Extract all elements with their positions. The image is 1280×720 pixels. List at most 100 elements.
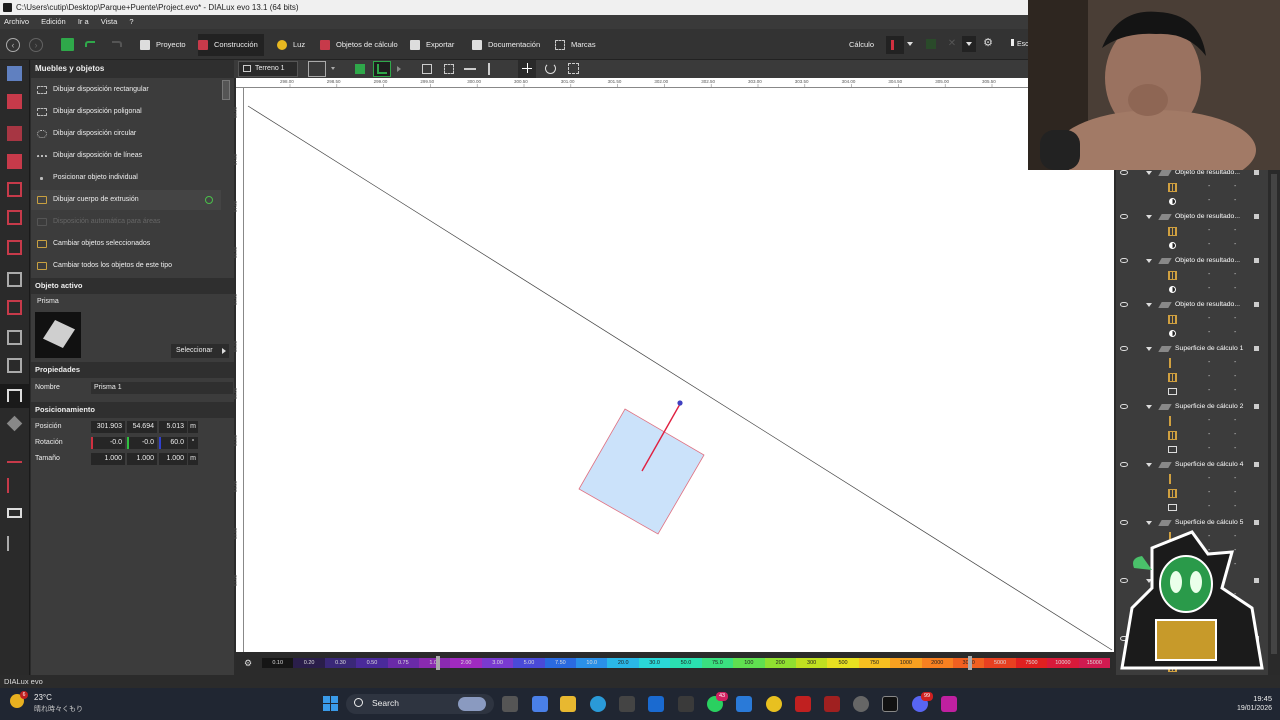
- redo-icon[interactable]: [112, 41, 122, 47]
- grid-dropdown-icon[interactable]: [331, 67, 335, 70]
- expand-icon[interactable]: [1146, 463, 1152, 467]
- forward-icon[interactable]: ›: [29, 38, 43, 52]
- settings-app-icon[interactable]: [853, 696, 869, 712]
- strip-material-icon[interactable]: [6, 415, 23, 432]
- item-change-selected[interactable]: Cambiar objetos seleccionados: [31, 234, 221, 254]
- dialux-taskbar-icon[interactable]: [882, 696, 898, 712]
- strip-roof-icon[interactable]: [7, 300, 22, 315]
- purple-app-icon[interactable]: [941, 696, 957, 712]
- strip-room-icon[interactable]: [7, 182, 22, 197]
- outlook-icon[interactable]: [648, 696, 664, 712]
- store-icon[interactable]: [619, 696, 635, 712]
- move-tool-button[interactable]: [518, 60, 536, 78]
- strip-project-icon[interactable]: [7, 66, 22, 81]
- taskbar-search[interactable]: Search: [346, 694, 494, 714]
- size-x-field[interactable]: 1.000: [91, 453, 125, 465]
- strip-building-icon[interactable]: [7, 126, 22, 141]
- position-z-field[interactable]: 5.013: [159, 421, 187, 433]
- esc-label[interactable]: Esc: [1011, 38, 1029, 52]
- calc-options-button[interactable]: [962, 36, 976, 52]
- tab-objetos-calculo[interactable]: Objetos de cálculo: [320, 38, 398, 52]
- eye-icon[interactable]: [1120, 462, 1128, 467]
- strip-wall-icon[interactable]: [7, 210, 22, 225]
- strip-view-icon[interactable]: [7, 508, 22, 518]
- rotate-icon[interactable]: [545, 63, 556, 74]
- rotation-y-field[interactable]: -0.0: [127, 437, 157, 449]
- item-single-object[interactable]: Posicionar objeto individual: [31, 168, 221, 188]
- name-field[interactable]: Prisma 1: [91, 382, 233, 394]
- red-app-2-icon[interactable]: [824, 696, 840, 712]
- copilot-icon[interactable]: [532, 696, 548, 712]
- tab-marcas[interactable]: Marcas: [555, 38, 596, 52]
- viewport-svg[interactable]: [244, 88, 1114, 652]
- calc-dropdown-icon[interactable]: [907, 42, 913, 46]
- zoom-selection-icon[interactable]: [444, 64, 454, 74]
- eye-icon[interactable]: [1120, 258, 1128, 263]
- item-change-all-type[interactable]: Cambiar todos los objetos de este tipo: [31, 256, 221, 276]
- expand-icon[interactable]: [1146, 521, 1152, 525]
- eye-icon[interactable]: [1120, 520, 1128, 525]
- view-tab-terreno[interactable]: Terreno 1: [238, 61, 298, 77]
- result-color-swatch[interactable]: [1254, 214, 1259, 219]
- tab-luz[interactable]: Luz: [277, 38, 305, 52]
- strip-site-icon[interactable]: [7, 94, 22, 109]
- menu-help[interactable]: ?: [129, 17, 133, 26]
- item-rectangular-layout[interactable]: Dibujar disposición rectangular: [31, 80, 221, 100]
- menu-archivo[interactable]: Archivo: [4, 17, 29, 26]
- save-icon[interactable]: [61, 38, 74, 51]
- rotation-z-field[interactable]: 60.0: [159, 437, 187, 449]
- size-y-field[interactable]: 1.000: [127, 453, 157, 465]
- item-extrusion-body[interactable]: Dibujar cuerpo de extrusión: [31, 190, 221, 210]
- item-line-layout[interactable]: Dibujar disposición de líneas: [31, 146, 221, 166]
- eye-icon[interactable]: [1120, 404, 1128, 409]
- result-group-row[interactable]: Objeto de resultado...: [1116, 210, 1268, 224]
- result-group-row[interactable]: Superficie de cálculo 1: [1116, 342, 1268, 356]
- menu-ir-a[interactable]: Ir a: [78, 17, 89, 26]
- viewport-canvas[interactable]: [244, 88, 1114, 652]
- panel-collapse-button[interactable]: [222, 80, 230, 100]
- position-y-field[interactable]: 54.694: [127, 421, 157, 433]
- strip-window-icon[interactable]: [7, 272, 22, 287]
- eye-icon[interactable]: [1120, 302, 1128, 307]
- tab-construccion[interactable]: Construcción: [198, 34, 264, 56]
- item-polygonal-layout[interactable]: Dibujar disposición poligonal: [31, 102, 221, 122]
- item-circular-layout[interactable]: Dibujar disposición circular: [31, 124, 221, 144]
- snap-toggle-active[interactable]: [373, 61, 391, 77]
- undo-icon[interactable]: [85, 41, 95, 47]
- scale-icon[interactable]: [568, 63, 579, 74]
- result-group-row[interactable]: Superficie de cálculo 2: [1116, 400, 1268, 414]
- tab-documentacion[interactable]: Documentación: [472, 38, 540, 52]
- gear-icon[interactable]: ⚙: [982, 37, 994, 49]
- result-group-row[interactable]: Objeto de resultado...: [1116, 254, 1268, 268]
- dimension-icon[interactable]: [488, 63, 490, 75]
- eye-icon[interactable]: [1120, 170, 1128, 175]
- expand-icon[interactable]: [1146, 303, 1152, 307]
- select-button[interactable]: Seleccionar: [171, 344, 229, 358]
- result-color-swatch[interactable]: [1254, 404, 1259, 409]
- expand-icon[interactable]: [1146, 215, 1152, 219]
- strip-ceiling-icon[interactable]: [7, 330, 22, 345]
- tab-exportar[interactable]: Exportar: [410, 38, 454, 52]
- file-explorer-icon[interactable]: [560, 696, 576, 712]
- red-app-icon[interactable]: [795, 696, 811, 712]
- scale-settings-icon[interactable]: ⚙: [244, 658, 254, 668]
- eye-icon[interactable]: [1120, 346, 1128, 351]
- strip-cut-icon[interactable]: [7, 478, 22, 493]
- calc-start-button[interactable]: [886, 36, 904, 54]
- windows-start-icon[interactable]: [323, 696, 339, 712]
- result-color-swatch[interactable]: [1254, 346, 1259, 351]
- result-color-swatch[interactable]: [1254, 258, 1259, 263]
- task-view-icon[interactable]: [502, 696, 518, 712]
- snap-more-icon[interactable]: [397, 66, 401, 72]
- strip-storey-icon[interactable]: [7, 154, 22, 169]
- taskbar-date[interactable]: 19/01/2026: [1212, 705, 1272, 712]
- size-z-field[interactable]: 1.000: [159, 453, 187, 465]
- expand-icon[interactable]: [1146, 171, 1152, 175]
- scale-min-handle[interactable]: [436, 656, 440, 670]
- strip-furniture-selected[interactable]: [0, 384, 30, 408]
- result-group-row[interactable]: Objeto de resultado...: [1116, 298, 1268, 312]
- edge-icon[interactable]: [590, 696, 606, 712]
- result-color-swatch[interactable]: [1254, 462, 1259, 467]
- result-color-swatch[interactable]: [1254, 170, 1259, 175]
- expand-icon[interactable]: [1146, 347, 1152, 351]
